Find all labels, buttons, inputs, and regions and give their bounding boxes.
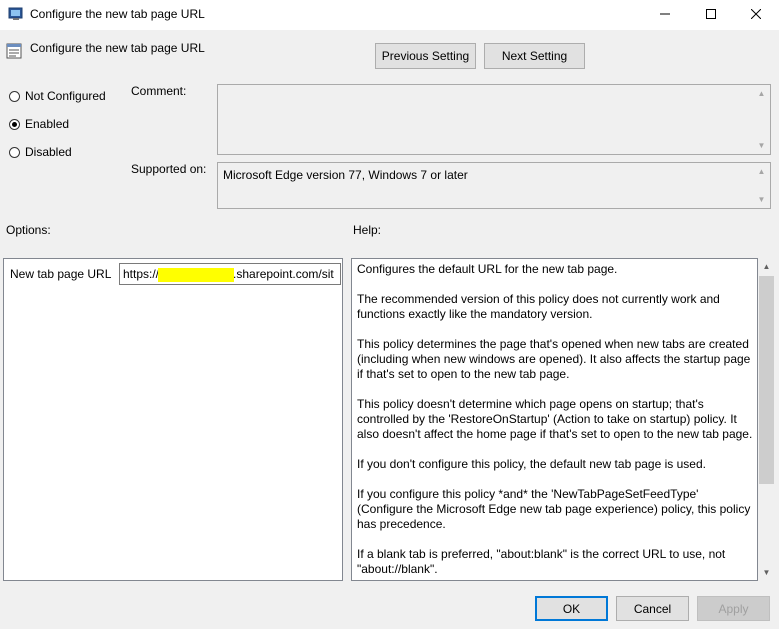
options-panel: New tab page URL https:// .sharepoint.com… bbox=[3, 258, 343, 581]
scroll-up-icon[interactable]: ▲ bbox=[753, 163, 770, 180]
help-scrollbar[interactable]: ▲ ▼ bbox=[758, 258, 775, 581]
help-text: Configures the default URL for the new t… bbox=[357, 262, 755, 580]
new-tab-url-label: New tab page URL bbox=[10, 267, 112, 281]
policy-window-icon bbox=[8, 6, 24, 22]
radio-circle[interactable] bbox=[9, 146, 20, 158]
ok-button[interactable]: OK bbox=[535, 596, 608, 621]
radio-label: Disabled bbox=[25, 145, 72, 159]
radio-enabled[interactable]: Enabled bbox=[9, 117, 69, 131]
url-prefix: https:// bbox=[123, 267, 160, 281]
supported-on-value: Microsoft Edge version 77, Windows 7 or … bbox=[223, 168, 468, 182]
apply-button[interactable]: Apply bbox=[697, 596, 770, 621]
help-panel: Configures the default URL for the new t… bbox=[351, 258, 758, 581]
minimize-button[interactable] bbox=[642, 0, 688, 28]
policy-title: Configure the new tab page URL bbox=[30, 41, 205, 55]
minimize-icon bbox=[660, 13, 670, 15]
window-title: Configure the new tab page URL bbox=[30, 7, 205, 21]
scroll-down-icon[interactable]: ▼ bbox=[753, 191, 770, 208]
scrollbar-thumb[interactable] bbox=[759, 276, 774, 484]
url-suffix: .sharepoint.com/sit bbox=[233, 267, 334, 281]
help-paragraph: Configures the default URL for the new t… bbox=[357, 262, 618, 276]
help-paragraph: This policy determines the page that's o… bbox=[357, 337, 751, 381]
previous-setting-button[interactable]: Previous Setting bbox=[375, 43, 476, 69]
scroll-up-icon[interactable]: ▲ bbox=[753, 85, 770, 102]
help-paragraph: If you configure this policy *and* the '… bbox=[357, 487, 751, 531]
help-paragraph: If a blank tab is preferred, "about:blan… bbox=[357, 547, 726, 576]
comment-label: Comment: bbox=[131, 84, 187, 98]
radio-circle-selected[interactable] bbox=[9, 118, 20, 130]
scroll-up-icon[interactable]: ▲ bbox=[758, 258, 775, 275]
next-setting-button[interactable]: Next Setting bbox=[484, 43, 585, 69]
radio-not-configured[interactable]: Not Configured bbox=[9, 89, 106, 103]
policy-setting-icon bbox=[6, 43, 22, 59]
supported-on-label: Supported on: bbox=[131, 162, 207, 176]
maximize-button[interactable] bbox=[688, 0, 734, 28]
supported-on-box: Microsoft Edge version 77, Windows 7 or … bbox=[217, 162, 771, 209]
maximize-icon bbox=[706, 9, 716, 19]
close-button[interactable] bbox=[733, 0, 779, 28]
options-label: Options: bbox=[6, 223, 51, 237]
help-label: Help: bbox=[353, 223, 382, 237]
help-paragraph: This policy doesn't determine which page… bbox=[357, 397, 753, 441]
scroll-down-icon[interactable]: ▼ bbox=[758, 564, 775, 581]
radio-disabled[interactable]: Disabled bbox=[9, 145, 72, 159]
radio-label: Not Configured bbox=[25, 89, 106, 103]
comment-textarea[interactable]: ▲ ▼ bbox=[217, 84, 771, 155]
comment-scrollbar[interactable]: ▲ ▼ bbox=[753, 85, 770, 154]
scroll-down-icon[interactable]: ▼ bbox=[753, 137, 770, 154]
close-icon bbox=[751, 9, 761, 19]
new-tab-url-input[interactable]: https:// .sharepoint.com/sit bbox=[119, 263, 341, 285]
redaction-mark bbox=[158, 267, 235, 282]
radio-label: Enabled bbox=[25, 117, 70, 131]
cancel-button[interactable]: Cancel bbox=[616, 596, 689, 621]
help-paragraph: If you don't configure this policy, the … bbox=[357, 457, 706, 471]
help-paragraph: The recommended version of this policy d… bbox=[357, 292, 720, 321]
supported-scrollbar[interactable]: ▲ ▼ bbox=[753, 163, 770, 208]
radio-circle[interactable] bbox=[9, 90, 20, 102]
